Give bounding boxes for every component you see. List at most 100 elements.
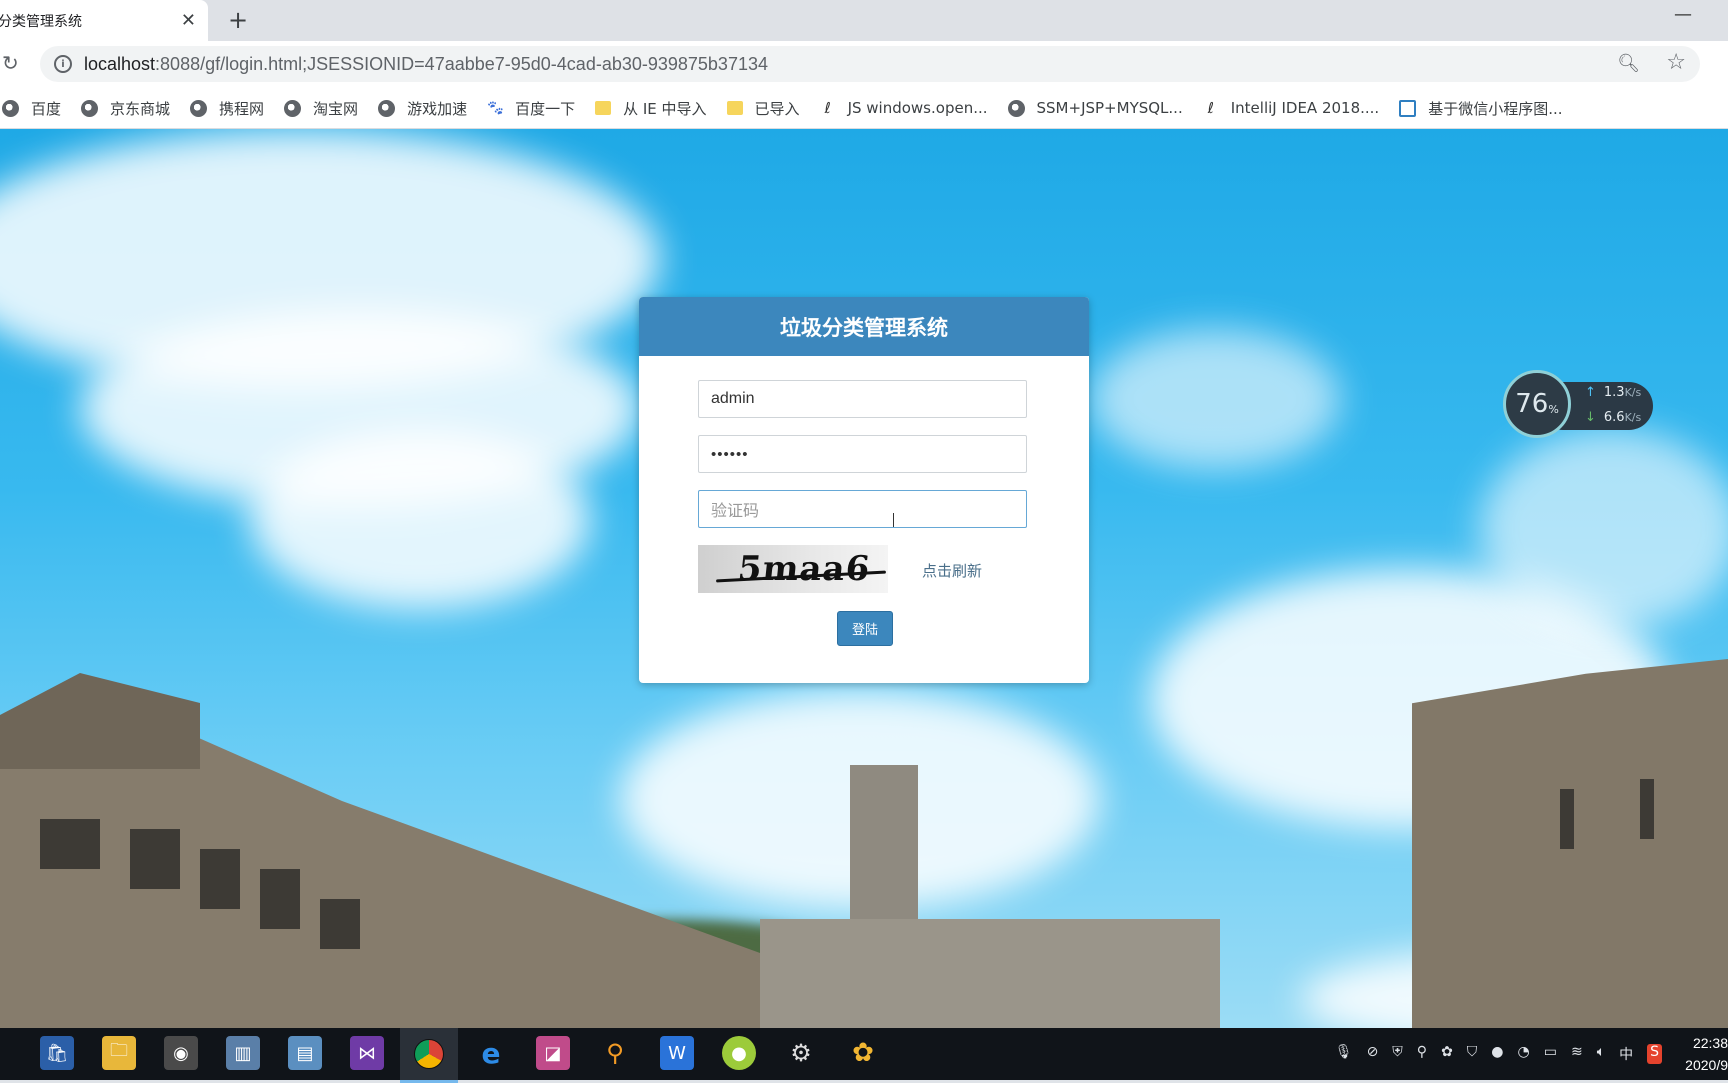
system-tray: 🎙︎ ⊘ ⛨ ⚲ ✿ ⛉ ● ◔ ▭ ≋ 🔈︎ 中 S <box>1335 1044 1662 1064</box>
reload-icon[interactable]: ↻ <box>2 51 19 75</box>
bookmark-folder[interactable]: 从 IE 中导入 <box>595 98 707 119</box>
bookmark-star-icon[interactable]: ☆ <box>1666 50 1686 75</box>
bookmark-label: 携程网 <box>219 99 265 118</box>
paw-icon: 🐾︎ <box>485 99 505 117</box>
minimize-window-icon[interactable]: — <box>1674 4 1692 25</box>
building-center <box>760 919 1220 1028</box>
drawing-app-icon[interactable]: ◪ <box>536 1036 570 1070</box>
bookmark-item[interactable]: 淘宝网 <box>284 98 358 119</box>
penguin-tray-icon[interactable]: ◔ <box>1518 1044 1530 1064</box>
bookmark-label: 淘宝网 <box>313 99 359 118</box>
url-path: :8088/gf/login.html;JSESSIONID=47aabbe7-… <box>155 53 768 74</box>
microphone-icon[interactable]: 🎙︎ <box>1335 1044 1353 1064</box>
bookmark-label: 基于微信小程序图... <box>1428 99 1563 118</box>
folder-icon <box>726 101 743 115</box>
idea-icon: ℓ <box>1207 99 1214 117</box>
captcha-image[interactable]: 5maa6 <box>698 545 888 593</box>
building-window <box>40 819 100 869</box>
ie-icon[interactable]: e <box>474 1036 508 1070</box>
ime-indicator[interactable]: 中 <box>1619 1044 1633 1064</box>
login-button[interactable]: 登陆 <box>837 611 893 646</box>
app-tray-icon[interactable]: ✿ <box>1441 1044 1453 1064</box>
building-window <box>1560 789 1574 849</box>
clock-date: 2020/9 <box>1685 1057 1728 1073</box>
network-tray-icon[interactable]: ⊘ <box>1367 1044 1379 1064</box>
chrome-logo-icon <box>414 1039 444 1069</box>
browser-toolbar: ↻ i localhost:8088/gf/login.html;JSESSIO… <box>0 41 1728 88</box>
bookmark-label: 游戏加速 <box>407 99 468 118</box>
bookmark-item[interactable]: 基于微信小程序图... <box>1399 98 1563 119</box>
address-bar[interactable]: i localhost:8088/gf/login.html;JSESSIONI… <box>40 46 1700 82</box>
settings-app-icon[interactable]: ⚙ <box>784 1036 818 1070</box>
tab-title: 分类管理系统 <box>0 13 82 30</box>
browser-tab[interactable]: 分类管理系统 ✕ <box>0 0 208 41</box>
green-tray-icon[interactable]: ● <box>1491 1044 1503 1064</box>
network-speed-widget[interactable]: 76% ↑ 1.3K/s ↓ 6.6K/s <box>1503 370 1653 442</box>
sogou-icon[interactable]: S <box>1647 1044 1662 1064</box>
volume-icon[interactable]: 🔈︎ <box>1597 1044 1605 1064</box>
chrome-icon[interactable] <box>400 1028 458 1083</box>
system-clock[interactable]: 22:38 2020/9 <box>1666 1032 1728 1076</box>
bookmark-item[interactable]: ℓ JS windows.open... <box>820 99 987 117</box>
globe-icon <box>378 99 396 117</box>
download-speed: ↓ 6.6K/s <box>1585 410 1641 425</box>
bookmark-item[interactable]: 百度 <box>2 98 61 119</box>
login-title: 垃圾分类管理系统 <box>639 297 1089 356</box>
search-tray-icon[interactable]: ⚲ <box>1417 1044 1427 1064</box>
bookmark-label: SSM+JSP+MYSQL... <box>1036 99 1183 117</box>
app-icon-green[interactable]: ● <box>722 1036 756 1070</box>
square-icon <box>1399 99 1417 117</box>
folder-icon <box>595 101 612 115</box>
zoom-icon[interactable]: 🔍︎ <box>1617 53 1640 74</box>
cloud <box>1480 429 1728 629</box>
bookmark-item[interactable]: 游戏加速 <box>378 98 467 119</box>
upload-value: 1.3 <box>1603 385 1625 400</box>
url-host: localhost <box>84 53 156 74</box>
building-window <box>320 899 360 949</box>
password-value: •••••• <box>711 445 749 463</box>
windows-taskbar: 🛍 🗀 ◉ ▥ ▤ ⋈ e ◪ ⚲ W ● ⚙ ✿ 🎙︎ ⊘ ⛨ ⚲ ✿ ⛉ ●… <box>0 1028 1728 1083</box>
security-tray-icon[interactable]: ⛉ <box>1467 1044 1478 1064</box>
speed-unit: K/s <box>1624 386 1642 399</box>
memory-usage-circle: 76% <box>1503 370 1571 438</box>
store-icon[interactable]: 🛍 <box>40 1036 74 1070</box>
cloud <box>1090 329 1340 469</box>
battery-icon[interactable]: ▭ <box>1544 1044 1557 1064</box>
bookmark-folder[interactable]: 已导入 <box>726 98 800 119</box>
bookmark-item[interactable]: 🐾︎ 百度一下 <box>485 98 576 119</box>
captcha-input[interactable]: 验证码 <box>698 490 1027 528</box>
building-window <box>1640 779 1654 839</box>
site-info-icon[interactable]: i <box>54 55 72 73</box>
login-panel: 垃圾分类管理系统 admin •••••• 验证码 5maa6 点击刷新 登陆 <box>639 297 1089 683</box>
refresh-captcha-link[interactable]: 点击刷新 <box>922 560 982 581</box>
wifi-icon[interactable]: ≋ <box>1571 1044 1583 1064</box>
bookmark-item[interactable]: SSM+JSP+MYSQL... <box>1007 99 1183 117</box>
usage-percent-unit: % <box>1548 402 1559 416</box>
file-explorer-icon[interactable]: 🗀 <box>102 1036 136 1070</box>
bookmarks-bar: 百度 京东商城 携程网 淘宝网 游戏加速 🐾︎ 百度一下 从 IE 中导入 已导入… <box>0 88 1728 129</box>
shield-icon[interactable]: ⛨ <box>1392 1044 1403 1064</box>
bookmark-label: 百度 <box>31 99 62 118</box>
app-icon-tools[interactable]: ▥ <box>226 1036 260 1070</box>
globe-icon <box>1007 99 1025 117</box>
close-tab-icon[interactable]: ✕ <box>181 10 196 31</box>
globe-icon <box>284 99 302 117</box>
password-field[interactable]: •••••• <box>698 435 1027 473</box>
bookmark-label: 京东商城 <box>110 99 171 118</box>
visual-studio-icon[interactable]: ⋈ <box>350 1036 384 1070</box>
username-field[interactable]: admin <box>698 380 1027 418</box>
word-app-icon[interactable]: W <box>660 1036 694 1070</box>
app-icon-globe[interactable]: ◉ <box>164 1036 198 1070</box>
globe-icon <box>81 99 99 117</box>
cloud <box>250 429 590 609</box>
new-tab-icon[interactable]: + <box>228 6 248 34</box>
bookmark-item[interactable]: 京东商城 <box>81 98 170 119</box>
url-text[interactable]: localhost:8088/gf/login.html;JSESSIONID=… <box>84 54 768 75</box>
search-app-icon[interactable]: ⚲ <box>598 1036 632 1070</box>
app-icon-orange[interactable]: ✿ <box>846 1036 880 1070</box>
bookmark-item[interactable]: ℓ IntelliJ IDEA 2018.... <box>1203 99 1380 117</box>
bookmark-label: 已导入 <box>754 99 800 118</box>
bookmark-item[interactable]: 携程网 <box>190 98 264 119</box>
app-icon-notes[interactable]: ▤ <box>288 1036 322 1070</box>
captcha-placeholder: 验证码 <box>711 503 760 520</box>
